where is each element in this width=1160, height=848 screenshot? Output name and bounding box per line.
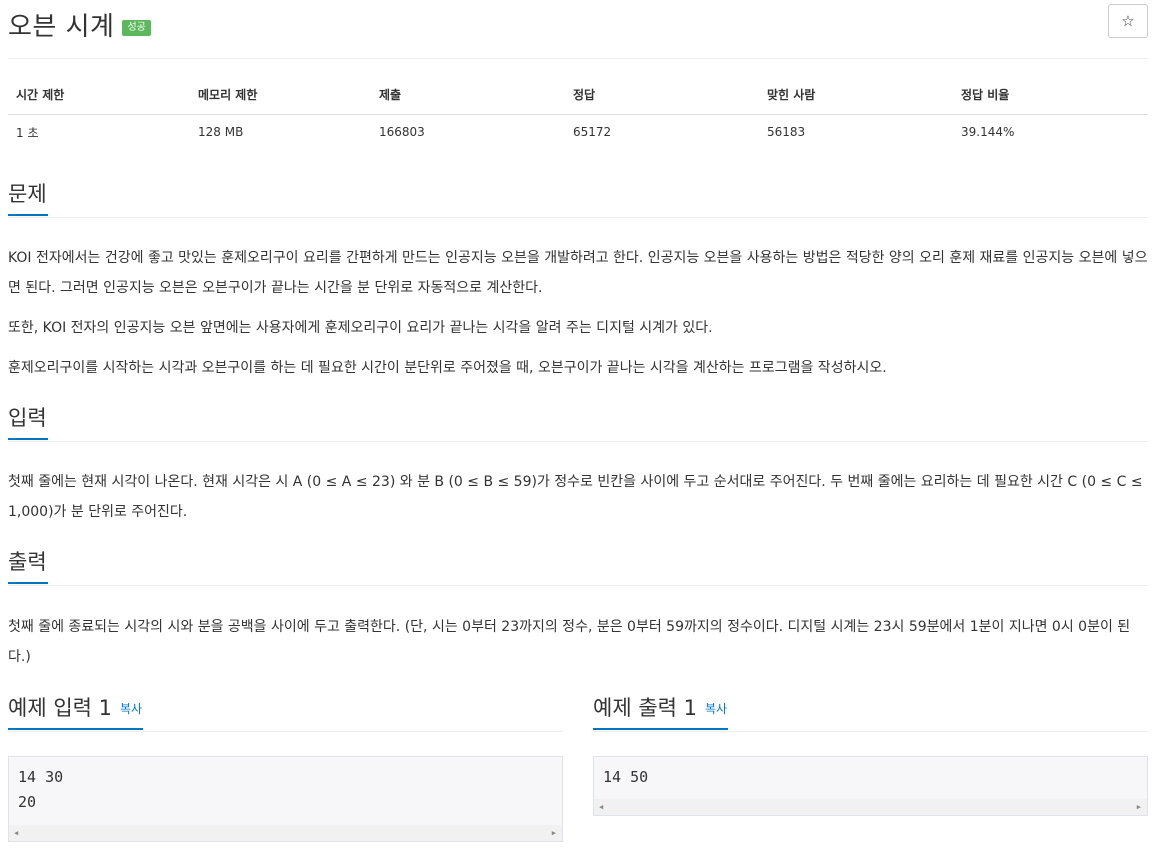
value-accepted: 65172 bbox=[573, 125, 612, 140]
sample-output-value: 14 50 bbox=[603, 768, 649, 786]
section-divider bbox=[8, 441, 1148, 442]
section-divider bbox=[8, 585, 1148, 586]
output-section-header: 출력 bbox=[8, 546, 1148, 586]
copy-sample-input-button[interactable]: 복사 bbox=[120, 702, 142, 716]
header-submissions: 제출 bbox=[371, 76, 565, 115]
horizontal-scrollbar[interactable]: ◀ ▶ bbox=[9, 825, 562, 841]
scroll-right-icon[interactable]: ▶ bbox=[552, 829, 556, 837]
sample-input-title: 예제 입력 1 복사 bbox=[8, 692, 144, 730]
sample-input-title-text: 예제 입력 1 bbox=[8, 696, 112, 720]
favorite-star-button[interactable]: ☆ bbox=[1108, 4, 1148, 38]
scroll-left-icon[interactable]: ◀ bbox=[599, 803, 603, 811]
value-memory-limit: 128 MB bbox=[198, 125, 244, 140]
header-memory-limit: 메모리 제한 bbox=[190, 76, 371, 115]
header-accepted: 정답 bbox=[565, 76, 759, 115]
problem-info-table: 시간 제한 메모리 제한 제출 정답 맞힌 사람 정답 비율 1 초 128 M… bbox=[8, 76, 1148, 150]
copy-sample-output-button[interactable]: 복사 bbox=[705, 702, 727, 716]
input-section-title: 입력 bbox=[8, 402, 48, 440]
input-description: 첫째 줄에는 현재 시각이 나온다. 현재 시각은 시 A (0 ≤ A ≤ 2… bbox=[8, 474, 1143, 520]
sample-output-title: 예제 출력 1 복사 bbox=[593, 692, 729, 730]
info-value-row: 1 초 128 MB 166803 65172 56183 39.144% bbox=[8, 114, 1148, 150]
output-description: 첫째 줄에 종료되는 시각의 시와 분을 공백을 사이에 두고 출력한다. (단… bbox=[8, 619, 1131, 665]
section-divider bbox=[8, 217, 1148, 218]
problem-section-title: 문제 bbox=[8, 178, 48, 216]
header-solvers: 맞힌 사람 bbox=[759, 76, 953, 115]
value-solvers: 56183 bbox=[767, 125, 806, 140]
sample-output-header: 예제 출력 1 복사 bbox=[593, 692, 1148, 732]
output-section-title: 출력 bbox=[8, 546, 48, 584]
problem-description-1: KOI 전자에서는 건강에 좋고 맛있는 훈제오리구이 요리를 간편하게 만드는… bbox=[8, 250, 1148, 296]
input-section-header: 입력 bbox=[8, 402, 1148, 442]
sample-output-box[interactable]: 14 50 ◀ ▶ bbox=[593, 756, 1148, 816]
title-divider bbox=[8, 58, 1148, 59]
scroll-left-icon[interactable]: ◀ bbox=[14, 829, 18, 837]
sample-input-box[interactable]: 14 30 20 ◀ ▶ bbox=[8, 756, 563, 842]
sample-input-value: 14 30 20 bbox=[18, 768, 64, 811]
problem-section-header: 문제 bbox=[8, 178, 1148, 218]
problem-description-3: 훈제오리구이를 시작하는 시각과 오븐구이를 하는 데 필요한 시간이 분단위로… bbox=[8, 360, 887, 376]
scroll-right-icon[interactable]: ▶ bbox=[1137, 803, 1141, 811]
star-icon: ☆ bbox=[1121, 12, 1135, 30]
info-header-row: 시간 제한 메모리 제한 제출 정답 맞힌 사람 정답 비율 bbox=[8, 76, 1148, 115]
value-submissions: 166803 bbox=[379, 125, 425, 140]
horizontal-scrollbar[interactable]: ◀ ▶ bbox=[594, 799, 1147, 815]
problem-description-2: 또한, KOI 전자의 인공지능 오븐 앞면에는 사용자에게 훈제오리구이 요리… bbox=[8, 320, 713, 336]
header-accept-ratio: 정답 비율 bbox=[953, 76, 1148, 115]
value-time-limit: 1 초 bbox=[16, 125, 39, 140]
status-badge: 성공 bbox=[122, 20, 151, 36]
title-row: 오븐 시계 성공 bbox=[8, 4, 151, 44]
header-time-limit: 시간 제한 bbox=[8, 76, 190, 115]
section-divider bbox=[593, 731, 1148, 732]
section-divider bbox=[8, 731, 563, 732]
problem-title: 오븐 시계 bbox=[8, 11, 115, 42]
sample-input-header: 예제 입력 1 복사 bbox=[8, 692, 563, 732]
sample-output-title-text: 예제 출력 1 bbox=[593, 696, 697, 720]
value-accept-ratio: 39.144% bbox=[961, 125, 1015, 140]
